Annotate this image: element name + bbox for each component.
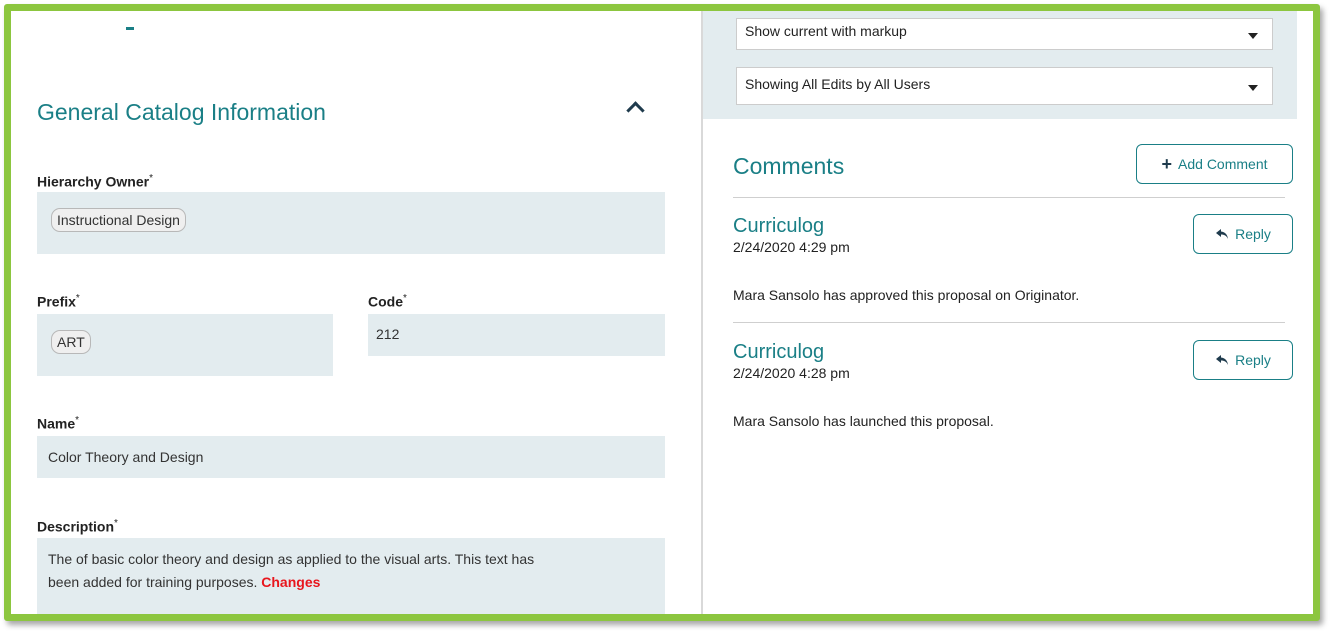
name-value: Color Theory and Design (48, 449, 204, 465)
name-label: Name* (37, 415, 80, 432)
section-title: General Catalog Information (37, 99, 326, 125)
divider (733, 197, 1285, 198)
reply-label: Reply (1235, 226, 1271, 242)
add-comment-label: Add Comment (1178, 156, 1268, 172)
name-field[interactable]: Color Theory and Design (37, 436, 665, 478)
hierarchy-owner-field[interactable]: Instructional Design (37, 192, 665, 254)
code-label: Code* (368, 293, 407, 310)
comment-author[interactable]: Curriculog (733, 341, 824, 364)
description-value: The of basic color theory and design as … (48, 551, 535, 590)
caret-down-icon (1248, 85, 1258, 91)
hierarchy-owner-tag[interactable]: Instructional Design (51, 208, 186, 232)
markup-view-value: Show current with markup (745, 23, 907, 39)
changes-markup: Changes (261, 574, 321, 590)
divider (733, 322, 1285, 323)
reply-button[interactable]: Reply (1193, 340, 1293, 380)
reply-arrow-icon (1216, 229, 1229, 239)
comment-date: 2/24/2020 4:28 pm (733, 365, 850, 381)
code-field[interactable]: 212 (368, 314, 665, 356)
code-value: 212 (376, 326, 400, 342)
description-field[interactable]: The of basic color theory and design as … (37, 538, 665, 614)
prefix-label: Prefix* (37, 293, 80, 310)
collapse-chevron-up-icon[interactable] (626, 101, 645, 120)
proposal-form-panel: General Catalog Information Hierarchy Ow… (11, 11, 701, 614)
reply-label: Reply (1235, 352, 1271, 368)
reply-button[interactable]: Reply (1193, 214, 1293, 254)
comment-date: 2/24/2020 4:29 pm (733, 239, 850, 255)
edits-filter-value: Showing All Edits by All Users (745, 76, 931, 92)
comment-author[interactable]: Curriculog (733, 215, 824, 238)
markup-view-select[interactable]: Show current with markup (736, 18, 1273, 50)
comment-body: Mara Sansolo has approved this proposal … (733, 287, 1080, 303)
comments-panel: Show current with markup Showing All Edi… (701, 11, 1313, 614)
reply-arrow-icon (1216, 355, 1229, 365)
caret-down-icon (1248, 33, 1258, 39)
plus-icon: + (1161, 154, 1173, 174)
edits-filter-select[interactable]: Showing All Edits by All Users (736, 67, 1273, 105)
screenshot-frame: General Catalog Information Hierarchy Ow… (4, 4, 1320, 621)
prefix-tag[interactable]: ART (51, 330, 91, 354)
hierarchy-owner-label: Hierarchy Owner* (37, 173, 153, 190)
description-label: Description* (37, 518, 118, 535)
comment-body: Mara Sansolo has launched this proposal. (733, 413, 994, 429)
cut-off-heading (126, 27, 134, 30)
add-comment-button[interactable]: + Add Comment (1136, 144, 1293, 184)
prefix-field[interactable]: ART (37, 314, 333, 376)
comments-title: Comments (733, 153, 845, 179)
view-options-band: Show current with markup Showing All Edi… (703, 11, 1297, 119)
